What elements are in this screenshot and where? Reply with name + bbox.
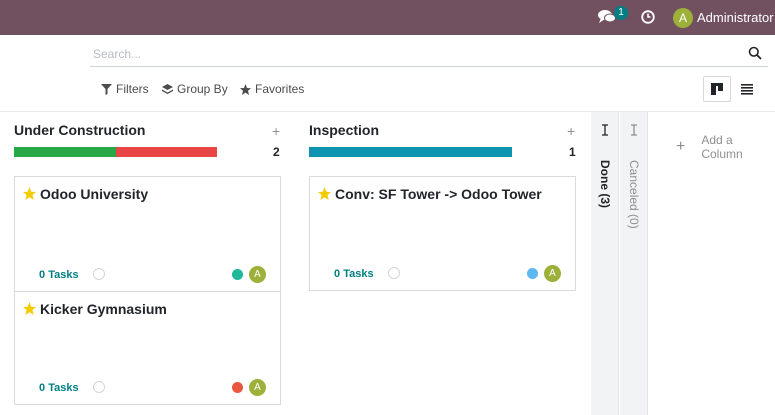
task-label: Tasks: [48, 382, 79, 394]
kanban-column-inspection: Inspection + 1 Conv: SF Tower -> Odoo To…: [309, 112, 576, 415]
activity-clock-icon[interactable]: [388, 267, 400, 279]
message-count-badge: 1: [614, 6, 628, 20]
quick-create-plus-icon[interactable]: +: [272, 123, 280, 139]
kanban-card[interactable]: Kicker Gymnasium 0 Tasks A: [14, 291, 281, 405]
plus-icon: +: [676, 138, 686, 155]
kanban-card[interactable]: Conv: SF Tower -> Odoo Tower 0 Tasks A: [309, 176, 576, 291]
task-label: Tasks: [343, 268, 374, 280]
task-count: 0: [39, 382, 46, 394]
star-icon: [240, 83, 251, 95]
unfold-handle-icon[interactable]: [629, 124, 639, 136]
card-title: Kicker Gymnasium: [40, 301, 167, 317]
activity-clock-icon[interactable]: [93, 268, 105, 280]
quick-create-plus-icon[interactable]: +: [567, 123, 575, 139]
activity-clock-icon[interactable]: [641, 10, 655, 24]
tasks-link[interactable]: 0 Tasks: [334, 268, 374, 280]
group-by-button[interactable]: Group By: [162, 80, 228, 98]
task-label: Tasks: [48, 269, 79, 281]
activity-clock-icon[interactable]: [93, 381, 105, 393]
status-dot[interactable]: [232, 269, 243, 280]
layers-icon: [162, 83, 173, 94]
folded-column-canceled[interactable]: Canceled (0): [620, 112, 648, 415]
list-view-button[interactable]: [733, 76, 761, 102]
unfold-handle-icon[interactable]: [600, 124, 610, 136]
column-title: Under Construction: [14, 122, 146, 138]
add-column-button[interactable]: + Add a Column: [676, 133, 775, 161]
folded-column-done[interactable]: Done (3): [591, 112, 619, 415]
list-icon: [741, 83, 753, 95]
favorite-star-icon[interactable]: [23, 302, 36, 315]
folded-column-label: Canceled (0): [627, 160, 641, 229]
search-input[interactable]: [93, 43, 733, 65]
avatar[interactable]: A: [249, 379, 266, 396]
filters-button[interactable]: Filters: [101, 80, 149, 98]
kanban-card[interactable]: Odoo University 0 Tasks A: [14, 176, 281, 292]
card-title: Odoo University: [40, 186, 149, 202]
status-dot[interactable]: [232, 382, 243, 393]
column-count: 2: [273, 145, 280, 159]
avatar[interactable]: A: [249, 266, 266, 283]
group-by-label: Group By: [177, 82, 228, 96]
card-title: Conv: SF Tower -> Odoo Tower: [335, 186, 542, 202]
tasks-link[interactable]: 0 Tasks: [39, 382, 79, 394]
filter-icon: [101, 83, 112, 95]
progress-segment-green[interactable]: [14, 147, 116, 157]
folded-column-label: Done (3): [598, 160, 612, 208]
status-dot[interactable]: [527, 268, 538, 279]
kanban-view-button[interactable]: [703, 76, 731, 102]
progress-segment-blue[interactable]: [309, 147, 512, 157]
user-avatar[interactable]: A: [673, 8, 693, 28]
tasks-link[interactable]: 0 Tasks: [39, 269, 79, 281]
task-count: 0: [334, 268, 341, 280]
favorites-label: Favorites: [255, 82, 305, 96]
user-name[interactable]: Administrator: [697, 10, 774, 25]
add-column-label: Add a Column: [701, 133, 743, 161]
avatar[interactable]: A: [544, 265, 561, 282]
kanban-column-under-construction: Under Construction + 2 Odoo University 0…: [14, 112, 281, 415]
search-bar: [90, 41, 768, 67]
kanban-board: Under Construction + 2 Odoo University 0…: [0, 112, 775, 415]
column-progress-bar[interactable]: [14, 147, 217, 157]
column-progress-bar[interactable]: [309, 147, 512, 157]
task-count: 0: [39, 269, 46, 281]
progress-segment-red[interactable]: [115, 147, 217, 157]
kanban-icon: [711, 83, 723, 95]
favorite-star-icon[interactable]: [318, 187, 331, 200]
favorite-star-icon[interactable]: [23, 187, 36, 200]
search-icon[interactable]: [748, 46, 762, 60]
filters-label: Filters: [116, 82, 149, 96]
column-title: Inspection: [309, 122, 380, 138]
favorites-button[interactable]: Favorites: [240, 80, 304, 98]
column-count: 1: [569, 145, 576, 159]
top-navbar: 1 A Administrator: [0, 0, 775, 35]
